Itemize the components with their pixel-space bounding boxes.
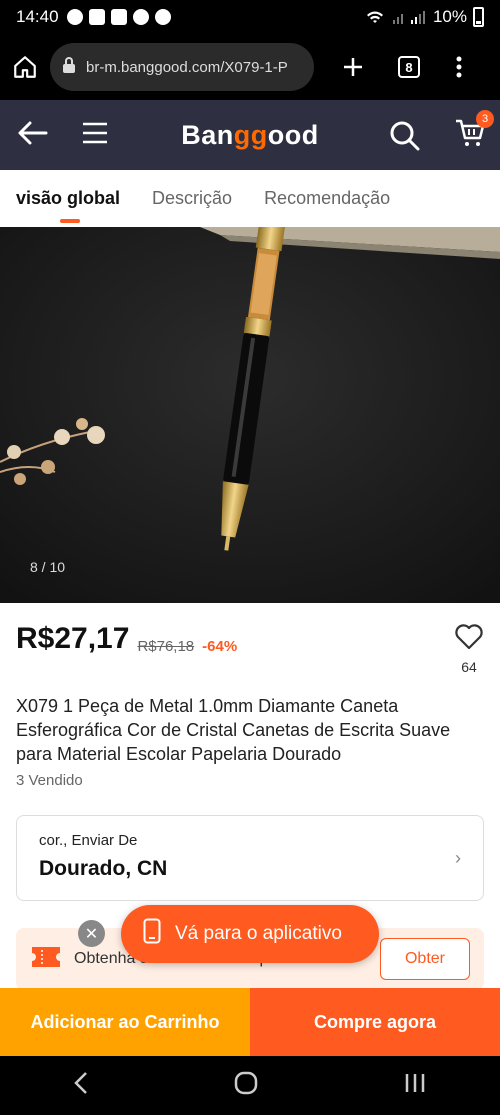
home-icon[interactable] (12, 54, 38, 80)
cart-badge: 3 (476, 110, 494, 128)
app-notification-icon (154, 9, 171, 25)
discount-badge: -64% (202, 638, 238, 655)
recent-apps-icon[interactable] (403, 1072, 427, 1099)
incognito-icon (132, 9, 149, 25)
add-to-cart-button[interactable]: Adicionar ao Carrinho (0, 988, 250, 1056)
status-bar: 14:40 10% (0, 0, 500, 34)
home-nav-icon[interactable] (234, 1071, 258, 1100)
current-price: R$27,17 (16, 622, 130, 655)
whatsapp-icon (66, 9, 83, 25)
original-price: R$76,18 (137, 638, 195, 655)
sold-count: 3 Vendido (16, 772, 83, 789)
wishlist-count: 64 (461, 659, 477, 675)
more-menu-icon[interactable] (456, 56, 462, 78)
cart-button[interactable]: 3 (454, 110, 494, 153)
open-app-label: Vá para o aplicativo (175, 923, 342, 944)
open-app-button[interactable]: Vá para o aplicativo (121, 905, 379, 963)
product-image-gallery[interactable]: 8 / 10 (0, 227, 500, 603)
browser-toolbar: br-m.banggood.com/X079-1-P 8 (0, 34, 500, 100)
wishlist-button[interactable]: 64 (454, 624, 484, 675)
product-photo (0, 227, 500, 603)
battery-percent: 10% (432, 7, 467, 26)
search-icon[interactable] (390, 121, 420, 156)
wifi-icon (366, 11, 383, 23)
tab-recommendation[interactable]: Recomendação (264, 188, 390, 209)
status-notification-icons (66, 9, 171, 25)
banggood-logo[interactable]: Banggood (0, 120, 500, 151)
price-row: R$27,17 R$76,18 -64% 64 (16, 618, 484, 678)
signal-icon (392, 11, 425, 24)
image-counter: 8 / 10 (30, 559, 66, 575)
buy-now-button[interactable]: Compre agora (250, 988, 500, 1056)
phone-icon (143, 918, 161, 950)
notification-icon (88, 9, 105, 25)
tab-switcher-button[interactable]: 8 (398, 56, 420, 78)
bottom-action-bar: Adicionar ao Carrinho Compre agora (0, 988, 500, 1056)
url-text: br-m.banggood.com/X079-1-P (86, 58, 288, 76)
tab-overview[interactable]: visão global (16, 188, 120, 223)
lock-icon (62, 57, 76, 77)
product-title: X079 1 Peça de Metal 1.0mm Diamante Cane… (16, 696, 451, 764)
url-bar[interactable]: br-m.banggood.com/X079-1-P (50, 43, 314, 91)
tab-description[interactable]: Descrição (152, 188, 232, 209)
cart-icon (454, 119, 486, 152)
status-time: 14:40 (16, 7, 59, 26)
variant-selector[interactable]: cor., Enviar De Dourado, CN › (16, 815, 484, 901)
heart-icon (455, 624, 483, 654)
get-coupon-button[interactable]: Obter (380, 938, 470, 980)
close-icon[interactable]: ✕ (78, 920, 105, 947)
chevron-right-icon: › (455, 848, 461, 868)
battery-icon (473, 7, 484, 27)
variant-label: cor., Enviar De (39, 832, 138, 849)
back-arrow-icon[interactable] (16, 120, 48, 151)
product-tabs: visão global Descrição Recomendação (0, 170, 500, 226)
site-header: Banggood 3 (0, 100, 500, 170)
new-tab-icon[interactable] (342, 56, 364, 78)
variant-value: Dourado, CN (39, 857, 168, 880)
back-nav-icon[interactable] (73, 1071, 89, 1100)
ticket-icon (30, 945, 62, 974)
hamburger-menu-icon[interactable] (82, 122, 108, 149)
system-navigation-bar (0, 1056, 500, 1115)
money-app-icon (110, 9, 127, 25)
